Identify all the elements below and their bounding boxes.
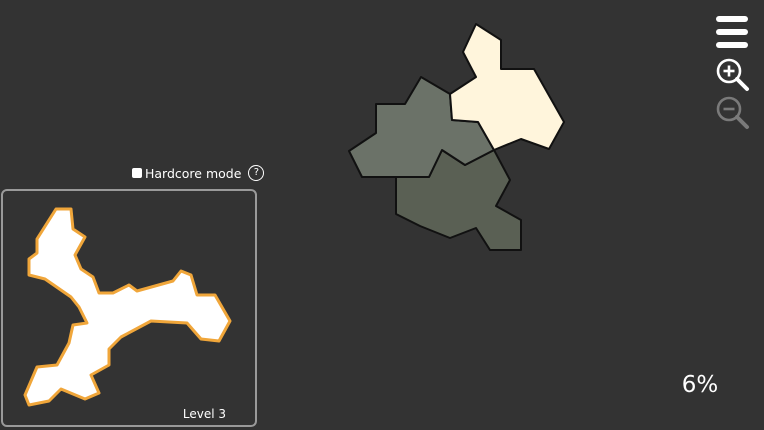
zoom-in-icon[interactable] (714, 56, 750, 92)
target-shape (23, 207, 232, 407)
target-shape-preview: Level 3 (1, 189, 257, 427)
target-outline (23, 207, 232, 407)
hardcore-checkbox[interactable] (132, 168, 142, 178)
hardcore-label: Hardcore mode (145, 165, 242, 181)
hardcore-mode-toggle[interactable]: Hardcore mode ? (132, 164, 265, 182)
menu-bar (716, 42, 748, 48)
level-label: Level 3 (182, 407, 226, 421)
menu-bar (716, 16, 748, 22)
menu-button[interactable] (714, 14, 750, 50)
help-icon[interactable]: ? (248, 165, 265, 181)
game-stage: Hardcore mode ? Level 3 6% (0, 0, 764, 430)
zoom-out-icon[interactable] (714, 94, 750, 130)
completion-percent: 6% (681, 372, 719, 398)
menu-bar (716, 29, 748, 35)
